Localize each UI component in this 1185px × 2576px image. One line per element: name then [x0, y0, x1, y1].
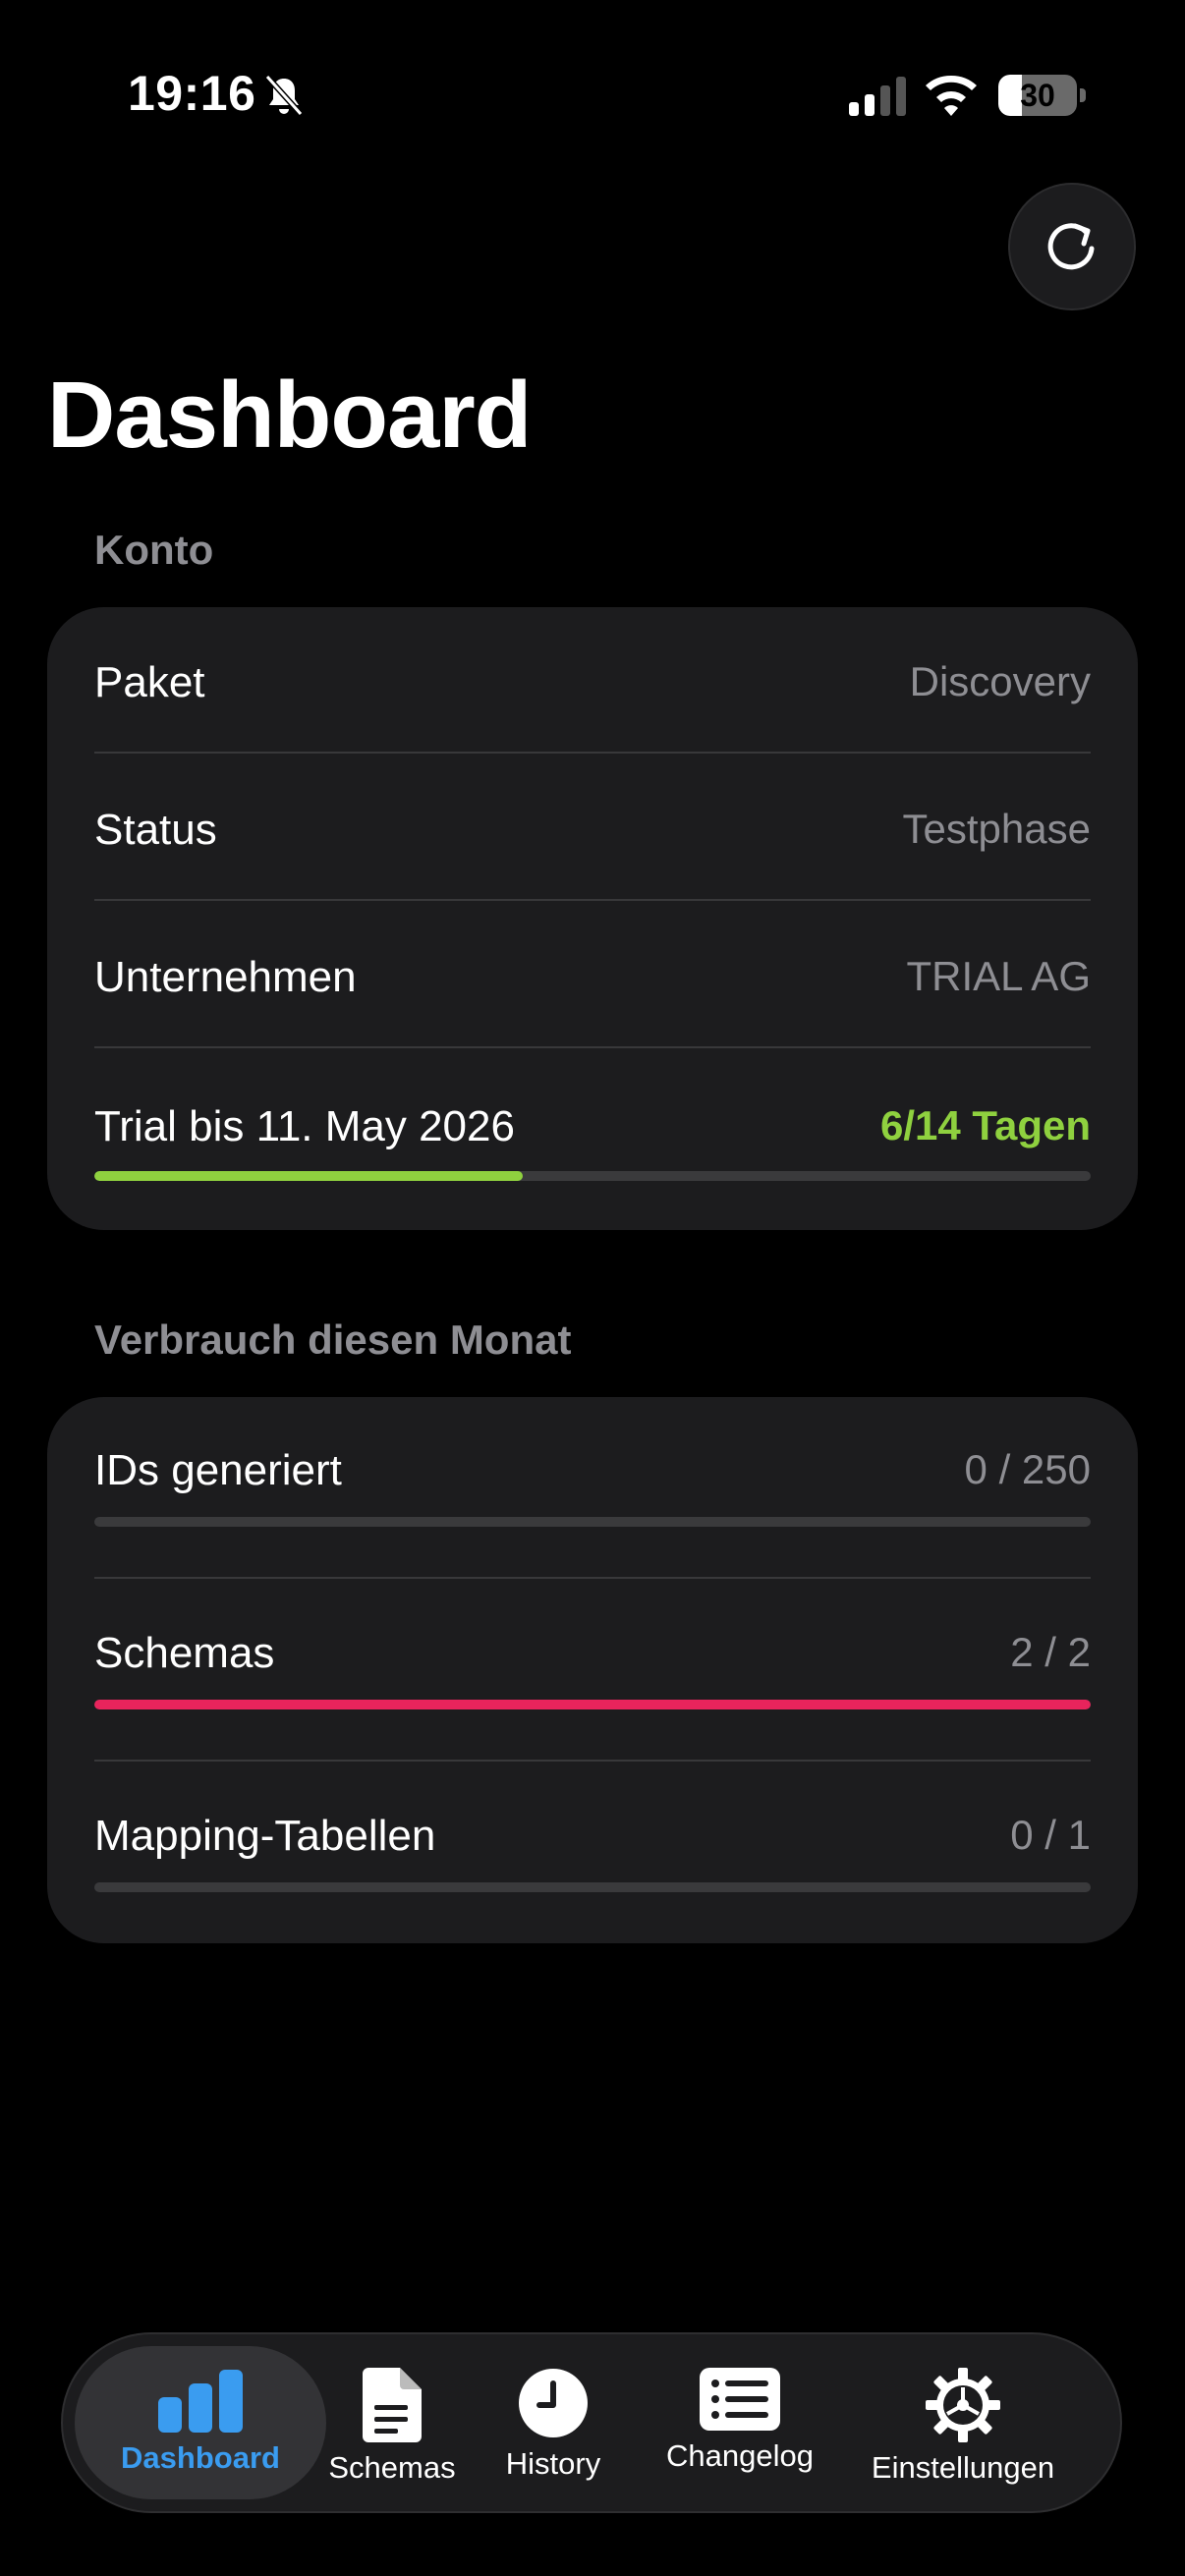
row-value: 0 / 250	[964, 1446, 1091, 1492]
battery-icon: 30	[998, 75, 1077, 116]
list-icon	[700, 2368, 780, 2431]
row-label: Paket	[94, 658, 205, 706]
trial-progress-bar	[94, 1171, 1091, 1181]
row-value: 0 / 1	[1010, 1812, 1091, 1858]
status-time: 19:16	[128, 66, 256, 121]
tab-history[interactable]: History	[489, 2334, 617, 2511]
battery-cap	[1080, 88, 1086, 102]
usage-progress-bar	[94, 1882, 1091, 1892]
divider	[94, 1577, 1091, 1579]
usage-card: IDs generiert 0 / 250 Schemas 2 / 2 Mapp…	[47, 1397, 1138, 1943]
row-label: Unternehmen	[94, 953, 357, 1001]
usage-progress-fill	[94, 1700, 1091, 1709]
row-value: Discovery	[909, 658, 1091, 704]
cellular-signal-icon	[849, 77, 906, 116]
account-card: Paket Discovery Status Testphase Unterne…	[47, 607, 1138, 1230]
tab-label: Schemas	[328, 2450, 456, 2485]
arrow-clockwise-icon	[1047, 223, 1095, 270]
tab-label: Einstellungen	[871, 2450, 1055, 2485]
trial-progress-fill	[94, 1171, 524, 1181]
tab-dashboard[interactable]: Dashboard	[75, 2334, 326, 2511]
tab-schemas[interactable]: Schemas	[326, 2334, 458, 2511]
row-label: Mapping-Tabellen	[94, 1812, 436, 1860]
clock-icon	[519, 2369, 588, 2437]
trial-days-value: 6/14 Tagen	[880, 1102, 1091, 1148]
wifi-icon	[926, 75, 977, 116]
divider	[94, 899, 1091, 901]
row-label: IDs generiert	[94, 1446, 342, 1494]
refresh-button[interactable]	[1008, 183, 1136, 310]
usage-section-title: Verbrauch diesen Monat	[94, 1316, 572, 1363]
usage-progress-bar	[94, 1517, 1091, 1527]
row-value: Testphase	[902, 806, 1091, 852]
row-label: Schemas	[94, 1629, 275, 1677]
page-title: Dashboard	[47, 363, 532, 468]
divider	[94, 1046, 1091, 1048]
row-label: Status	[94, 806, 217, 854]
tab-bar: Dashboard Schemas History Changelog Eins…	[61, 2332, 1122, 2513]
battery-percentage: 30	[1020, 78, 1055, 113]
tab-settings[interactable]: Einstellungen	[857, 2334, 1069, 2511]
trial-label: Trial bis 11. May 2026	[94, 1102, 515, 1150]
tab-label: Changelog	[666, 2438, 814, 2473]
tab-label: Dashboard	[121, 2440, 280, 2475]
bell-slash-icon	[264, 74, 304, 117]
gear-icon	[926, 2368, 1000, 2442]
tab-changelog[interactable]: Changelog	[656, 2334, 823, 2511]
row-value: TRIAL AG	[906, 953, 1091, 999]
bar-chart-icon	[158, 2370, 243, 2433]
tab-label: History	[505, 2446, 601, 2481]
usage-progress-bar	[94, 1700, 1091, 1709]
divider	[94, 1760, 1091, 1762]
document-icon	[363, 2368, 422, 2442]
row-value: 2 / 2	[1010, 1629, 1091, 1675]
account-section-title: Konto	[94, 527, 214, 573]
divider	[94, 752, 1091, 754]
